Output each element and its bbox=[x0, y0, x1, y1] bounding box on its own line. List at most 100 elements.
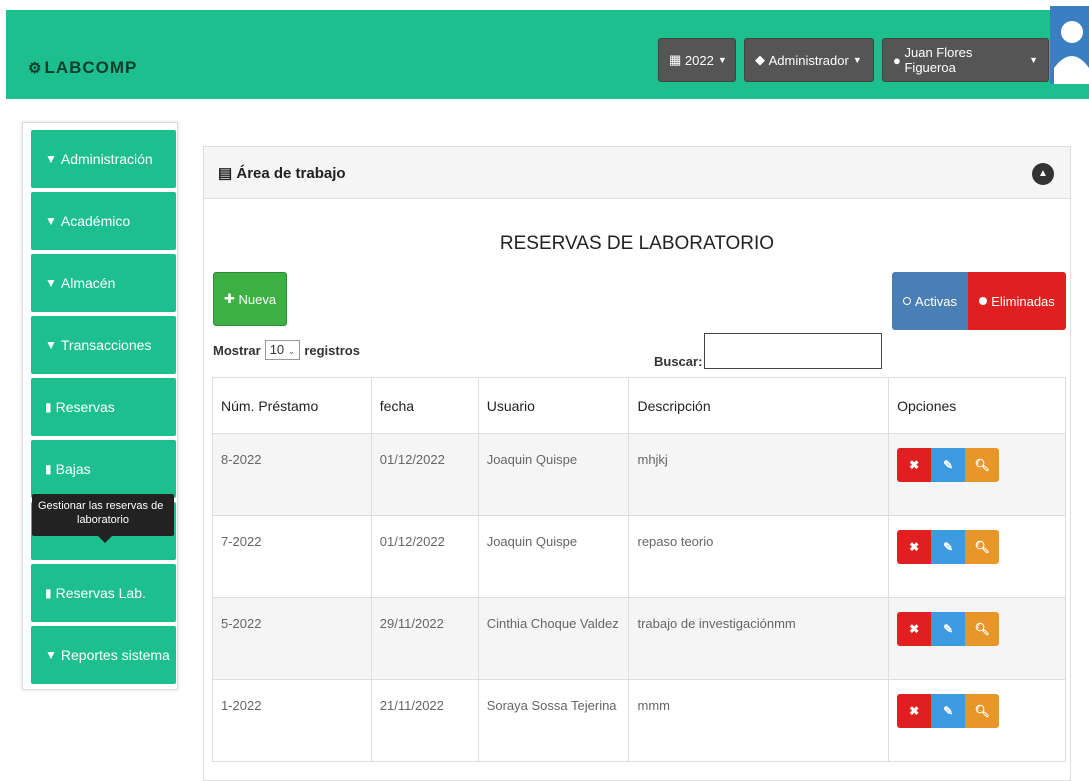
new-button-label: Nueva bbox=[238, 291, 277, 307]
panel-header: ▤ Área de trabajo ▲ bbox=[204, 147, 1070, 199]
page-length-value: 10 bbox=[269, 342, 285, 357]
table-row: 1-2022 21/11/2022 Soraya Sossa Tejerina … bbox=[212, 679, 1066, 762]
cell-usuario: Soraya Sossa Tejerina bbox=[477, 679, 630, 762]
file-icon: ▮ bbox=[45, 586, 52, 600]
cell-fecha: 21/11/2022 bbox=[370, 679, 479, 762]
user-dropdown[interactable]: ● Juan Flores Figueroa ▼ bbox=[882, 38, 1049, 82]
close-icon: ✖ bbox=[909, 622, 920, 636]
radio-checked-icon bbox=[979, 297, 988, 305]
sidebar-item-label: Bajas bbox=[55, 461, 91, 477]
page-length-select[interactable]: 10 ⌄ bbox=[264, 340, 301, 360]
cell-descripcion: trabajo de investigaciónmm bbox=[628, 597, 890, 680]
sidebar-item-reservas-lab[interactable]: ▮ Reservas Lab. bbox=[31, 564, 176, 622]
year-dropdown[interactable]: ▦ 2022 ▼ bbox=[658, 38, 736, 82]
page-title: RESERVAS DE LABORATORIO bbox=[499, 233, 775, 254]
caret-down-icon: ▼ bbox=[717, 55, 727, 65]
cell-fecha: 01/12/2022 bbox=[370, 433, 479, 516]
brand-logo[interactable]: ⚙ LABCOMP bbox=[28, 58, 137, 78]
panel-title-text: Área de trabajo bbox=[236, 165, 346, 182]
view-button[interactable]: 🔍︎ bbox=[965, 448, 1000, 482]
deleted-filter-button[interactable]: Eliminadas bbox=[968, 272, 1066, 330]
role-dropdown[interactable]: ◆ Administrador ▼ bbox=[744, 38, 874, 82]
sidebar-item-label: Reservas bbox=[55, 399, 115, 415]
plus-icon: ✚ bbox=[223, 291, 235, 306]
sidebar-item-bajas[interactable]: ▮ Bajas bbox=[31, 440, 176, 498]
chevron-down-icon: ⌄ bbox=[287, 346, 296, 356]
sidebar-item-label: Académico bbox=[60, 213, 131, 229]
column-header[interactable]: fecha bbox=[370, 377, 479, 434]
column-header[interactable]: Descripción bbox=[628, 377, 890, 434]
sidebar-item-reservas[interactable]: ▮ Reservas bbox=[31, 378, 176, 436]
radio-icon bbox=[903, 297, 912, 305]
page-length-control: Mostrar 10 ⌄ registros bbox=[213, 340, 360, 360]
delete-button[interactable]: ✖ bbox=[897, 694, 932, 728]
avatar[interactable] bbox=[1050, 6, 1089, 84]
panel-title: ▤ Área de trabajo bbox=[218, 164, 346, 182]
close-icon: ✖ bbox=[909, 704, 920, 718]
sidebar-item-academico[interactable]: ▼ Académico bbox=[31, 192, 176, 250]
edit-icon: ✎ bbox=[943, 540, 954, 554]
chevron-down-icon: ▼ bbox=[45, 648, 57, 662]
edit-button[interactable]: ✎ bbox=[931, 694, 966, 728]
column-header[interactable]: Núm. Préstamo bbox=[212, 377, 372, 434]
cell-usuario: Joaquin Quispe bbox=[477, 515, 630, 598]
chevron-down-icon: ▼ bbox=[45, 338, 57, 352]
edit-button[interactable]: ✎ bbox=[931, 448, 966, 482]
tooltip: Gestionar las reservas de laboratorio bbox=[32, 494, 174, 543]
chevron-up-icon: ▲ bbox=[1038, 168, 1048, 179]
delete-button[interactable]: ✖ bbox=[897, 448, 932, 482]
cell-usuario: Cinthia Choque Valdez bbox=[477, 597, 630, 680]
edit-button[interactable]: ✎ bbox=[931, 612, 966, 646]
search-icon: 🔍︎ bbox=[974, 704, 990, 718]
collapse-button[interactable]: ▲ bbox=[1032, 163, 1054, 185]
cell-fecha: 01/12/2022 bbox=[370, 515, 479, 598]
user-label: Juan Flores Figueroa bbox=[904, 45, 973, 75]
table-row: 7-2022 01/12/2022 Joaquin Quispe repaso … bbox=[212, 515, 1066, 598]
cell-num: 8-2022 bbox=[212, 433, 372, 516]
chevron-down-icon: ▼ bbox=[45, 276, 57, 290]
sidebar-item-label: Reportes sistema bbox=[60, 647, 170, 663]
caret-down-icon: ▼ bbox=[1029, 55, 1038, 65]
column-header: Opciones bbox=[888, 377, 1066, 434]
view-button[interactable]: 🔍︎ bbox=[965, 612, 1000, 646]
sidebar-item-label: Almacén bbox=[60, 275, 116, 291]
delete-button[interactable]: ✖ bbox=[897, 530, 932, 564]
chevron-down-icon: ▼ bbox=[45, 152, 57, 166]
search-label: Buscar: bbox=[654, 354, 703, 369]
cell-num: 5-2022 bbox=[212, 597, 372, 680]
active-filter-button[interactable]: Activas bbox=[892, 272, 968, 330]
sidebar-item-transacciones[interactable]: ▼ Transacciones bbox=[31, 316, 176, 374]
sidebar-item-label: Reservas Lab. bbox=[55, 585, 146, 601]
search-input[interactable] bbox=[704, 333, 883, 369]
caret-down-icon: ▼ bbox=[852, 55, 862, 65]
workspace-panel: ▤ Área de trabajo ▲ RESERVAS DE LABORATO… bbox=[203, 146, 1071, 781]
user-icon: ● bbox=[893, 52, 901, 68]
active-label: Activas bbox=[915, 293, 957, 309]
tooltip-line: laboratorio bbox=[77, 514, 129, 526]
edit-icon: ✎ bbox=[943, 622, 954, 636]
sidebar-item-almacen[interactable]: ▼ Almacén bbox=[31, 254, 176, 312]
sidebar: ▼ Administración ▼ Académico ▼ Almacén ▼ Tra… bbox=[22, 122, 178, 690]
cell-num: 7-2022 bbox=[212, 515, 372, 598]
role-label: Administrador bbox=[768, 52, 849, 68]
sidebar-item-label: Administración bbox=[60, 151, 153, 167]
file-icon: ▮ bbox=[45, 400, 52, 414]
search-icon: 🔍︎ bbox=[974, 622, 990, 636]
cell-fecha: 29/11/2022 bbox=[370, 597, 479, 680]
view-button[interactable]: 🔍︎ bbox=[965, 530, 1000, 564]
top-navbar: ⚙ LABCOMP ▦ 2022 ▼ ◆ Administrador ▼ ● Juan… bbox=[6, 10, 1089, 99]
sidebar-item-reportes[interactable]: ▼ Reportes sistema bbox=[31, 626, 176, 684]
sidebar-item-administracion[interactable]: ▼ Administración bbox=[31, 130, 176, 188]
close-icon: ✖ bbox=[909, 540, 920, 554]
search-icon: 🔍︎ bbox=[974, 458, 990, 472]
view-button[interactable]: 🔍︎ bbox=[965, 694, 1000, 728]
column-header[interactable]: Usuario bbox=[477, 377, 630, 434]
delete-button[interactable]: ✖ bbox=[897, 612, 932, 646]
year-label: 2022 bbox=[684, 52, 714, 68]
search-control: Buscar: bbox=[654, 333, 883, 369]
briefcase-icon: ▤ bbox=[218, 165, 233, 182]
edit-button[interactable]: ✎ bbox=[931, 530, 966, 564]
calendar-icon: ▦ bbox=[669, 52, 682, 67]
new-button[interactable]: ✚ Nueva bbox=[213, 272, 287, 326]
reservations-table: Núm. Préstamo fecha Usuario Descripción … bbox=[212, 377, 1066, 762]
